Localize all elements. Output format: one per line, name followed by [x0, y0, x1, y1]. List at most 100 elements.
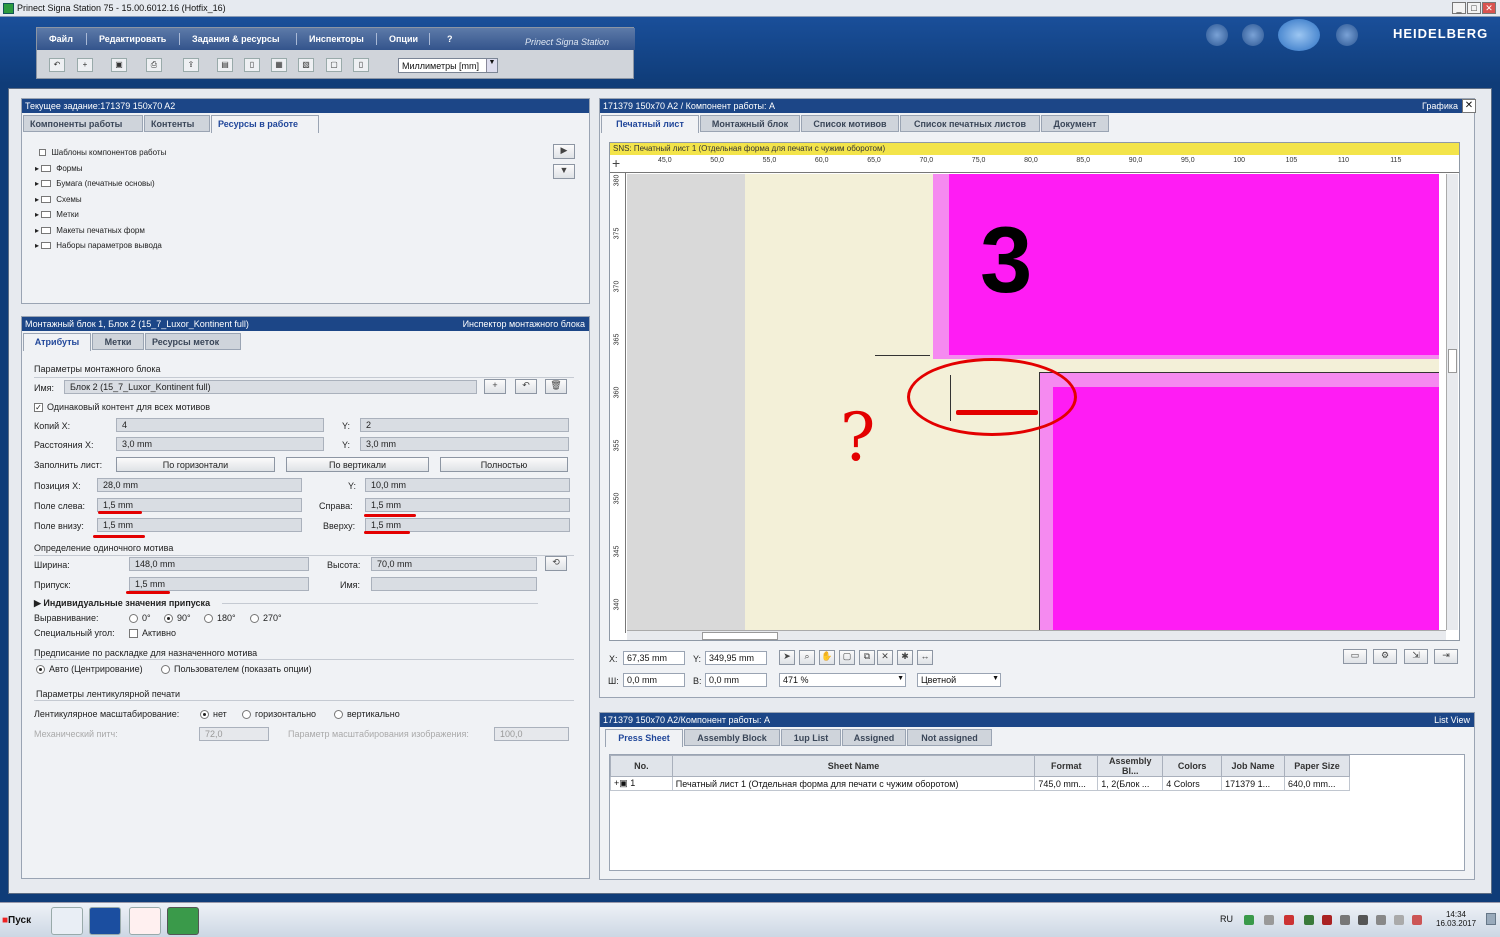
motif-name-field[interactable] [371, 577, 537, 591]
col-job-name[interactable]: Job Name [1221, 755, 1285, 777]
individual-bleed-toggle[interactable]: ▶ Индивидуальные значения припуска [34, 598, 210, 609]
tab-motif-list[interactable]: Список мотивов [801, 115, 899, 132]
delete-icon[interactable]: 🗑 [545, 379, 567, 394]
top-margin-field[interactable]: 1,5 mm [365, 518, 570, 532]
tray-icon[interactable] [1358, 915, 1368, 925]
align-radio-270[interactable]: 270° [250, 613, 282, 624]
signa-station-icon[interactable] [167, 907, 199, 935]
tree-item[interactable]: ▸ Макеты печатных форм [35, 223, 166, 239]
menu-options[interactable]: Опции [389, 34, 418, 44]
tab-document[interactable]: Документ [1041, 115, 1109, 132]
image-icon[interactable]: ▧ [298, 58, 314, 72]
same-content-checkbox[interactable]: ✓ Одинаковый контент для всех мотивов [34, 402, 210, 413]
align-radio-180[interactable]: 180° [204, 613, 236, 624]
pdf-icon[interactable] [129, 907, 161, 935]
tab-job-components[interactable]: Компоненты работы [23, 115, 143, 132]
table-row[interactable]: +▣ 1 Печатный лист 1 (Отдельная форма дл… [610, 776, 1350, 791]
tab-press-sheet[interactable]: Печатный лист [601, 115, 699, 133]
image-scale-field[interactable]: 100,0 [494, 727, 569, 741]
tray-icon[interactable] [1284, 915, 1294, 925]
bottom-margin-field[interactable]: 1,5 mm [97, 518, 302, 532]
tray-icon[interactable] [1376, 915, 1386, 925]
print-icon[interactable]: ⎙ [146, 58, 162, 72]
undo-icon[interactable]: ↶ [49, 58, 65, 72]
tree-item[interactable]: ▸ Схемы [35, 192, 166, 208]
marks-icon[interactable]: ▦ [271, 58, 287, 72]
tray-icon[interactable] [1412, 915, 1422, 925]
layout-user-radio[interactable]: Пользователем (показать опции) [161, 664, 312, 675]
height-field[interactable]: 70,0 mm [371, 557, 537, 571]
clock[interactable]: 14:34 16.03.2017 [1436, 910, 1476, 928]
menu-inspectors[interactable]: Инспекторы [309, 34, 364, 44]
col-assembly-block[interactable]: Assembly Bl... [1097, 755, 1164, 777]
y-field[interactable]: 349,95 mm [705, 651, 767, 665]
tab-contents[interactable]: Контенты [144, 115, 210, 132]
name-field[interactable]: Блок 2 (15_7_Luxor_Kontinent full) [64, 380, 477, 394]
special-angle-checkbox[interactable]: Активно [129, 628, 176, 639]
zoom-icon[interactable]: ⌕ [799, 650, 815, 665]
expand-down-icon[interactable]: ▼ [553, 164, 575, 179]
w-field[interactable]: 0,0 mm [623, 673, 685, 687]
close-icon[interactable]: ✕ [1462, 99, 1476, 113]
h-field[interactable]: 0,0 mm [705, 673, 767, 687]
tray-icon[interactable] [1264, 915, 1274, 925]
menu-help[interactable]: ? [447, 34, 453, 44]
add-icon[interactable]: + [77, 58, 93, 72]
bug-icon[interactable]: ✱ [897, 650, 913, 665]
tray-icon[interactable] [1304, 915, 1314, 925]
save-icon[interactable]: ▣ [111, 58, 127, 72]
start-button[interactable]: ■Пуск [2, 909, 40, 933]
col-format[interactable]: Format [1034, 755, 1099, 777]
col-sheet-name[interactable]: Sheet Name [671, 755, 1036, 777]
show-desktop-button[interactable] [1486, 913, 1496, 925]
maximize-button[interactable]: □ [1467, 2, 1481, 14]
left-margin-field[interactable]: 1,5 mm [97, 498, 302, 512]
copies-y-field[interactable]: 2 [360, 418, 569, 432]
app-taskbar-icon[interactable] [89, 907, 121, 935]
units-select[interactable]: Миллиметры [mm] ▼ [398, 58, 498, 73]
distance-x-field[interactable]: 3,0 mm [116, 437, 324, 451]
tab-resources-in-work[interactable]: Ресурсы в работе [211, 115, 319, 133]
fill-full-button[interactable]: Полностью [440, 457, 568, 472]
minimize-button[interactable]: _ [1452, 2, 1466, 14]
scroll-thumb[interactable] [1448, 349, 1457, 373]
tab-not-assigned[interactable]: Not assigned [907, 729, 992, 746]
tab-assembly-block-list[interactable]: Assembly Block [684, 729, 780, 746]
page-icon[interactable]: ▯ [244, 58, 260, 72]
output-icon[interactable]: ⇪ [183, 58, 199, 72]
tab-marks[interactable]: Метки [92, 333, 144, 350]
align-icon[interactable]: ⇥ [1434, 649, 1458, 664]
layout-auto-radio[interactable]: Авто (Центрирование) [36, 664, 143, 675]
measure-icon[interactable]: ↔ [917, 650, 933, 665]
explorer-icon[interactable] [51, 907, 83, 935]
sheet-icon[interactable]: ▢ [326, 58, 342, 72]
view-icon[interactable]: ▭ [1343, 649, 1367, 664]
menu-edit[interactable]: Редактировать [99, 34, 166, 44]
fit-icon[interactable]: ⧉ [859, 650, 875, 665]
tree-item[interactable]: ▸ Формы [35, 161, 166, 177]
tree-item[interactable]: ▸ Наборы параметров вывода [35, 238, 166, 254]
document-icon[interactable]: ▯ [353, 58, 369, 72]
position-x-field[interactable]: 28,0 mm [97, 478, 302, 492]
fill-horizontal-button[interactable]: По горизонтали [116, 457, 275, 472]
mech-pitch-field[interactable]: 72,0 [199, 727, 269, 741]
tray-icon[interactable] [1244, 915, 1254, 925]
scroll-thumb[interactable] [702, 632, 778, 640]
col-colors[interactable]: Colors [1162, 755, 1223, 777]
tray-icon[interactable] [1394, 915, 1404, 925]
language-indicator[interactable]: RU [1220, 914, 1233, 924]
tree-item[interactable]: ▸ Бумага (печатные основы) [35, 176, 166, 192]
settings-icon[interactable]: ⚙ [1373, 649, 1397, 664]
tab-assembly-block[interactable]: Монтажный блок [700, 115, 800, 132]
align-radio-90[interactable]: 90° [164, 613, 191, 624]
pointer-icon[interactable]: ➤ [779, 650, 795, 665]
tray-icon[interactable] [1322, 915, 1332, 925]
tab-1up-list[interactable]: 1up List [781, 729, 841, 746]
lent-none-radio[interactable]: нет [200, 709, 227, 720]
motif-block[interactable] [1053, 387, 1439, 632]
layout-icon[interactable]: ▤ [217, 58, 233, 72]
tree-item[interactable]: Шаблоны компонентов работы [35, 145, 166, 161]
color-mode-select[interactable]: Цветной ▼ [917, 673, 1001, 687]
col-no[interactable]: No. [610, 755, 673, 777]
add-icon[interactable]: + [484, 379, 506, 394]
